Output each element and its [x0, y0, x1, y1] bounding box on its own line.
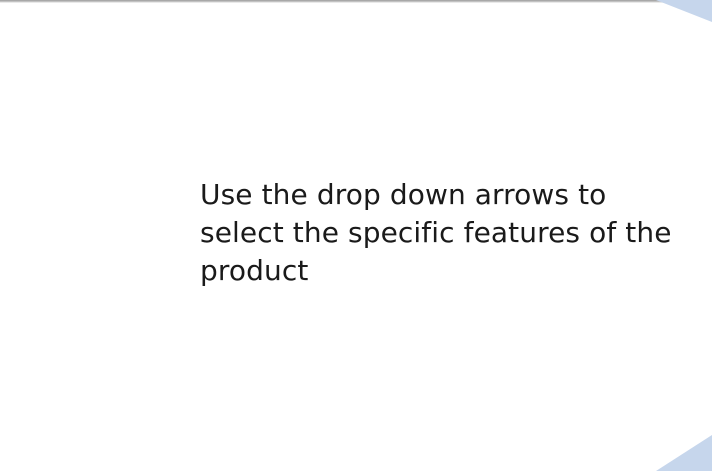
corner-accent-bottom-right	[656, 435, 712, 471]
instruction-text: Use the drop down arrows to select the s…	[200, 178, 672, 287]
top-border-shadow	[0, 0, 712, 3]
corner-accent-top-right	[656, 0, 712, 22]
